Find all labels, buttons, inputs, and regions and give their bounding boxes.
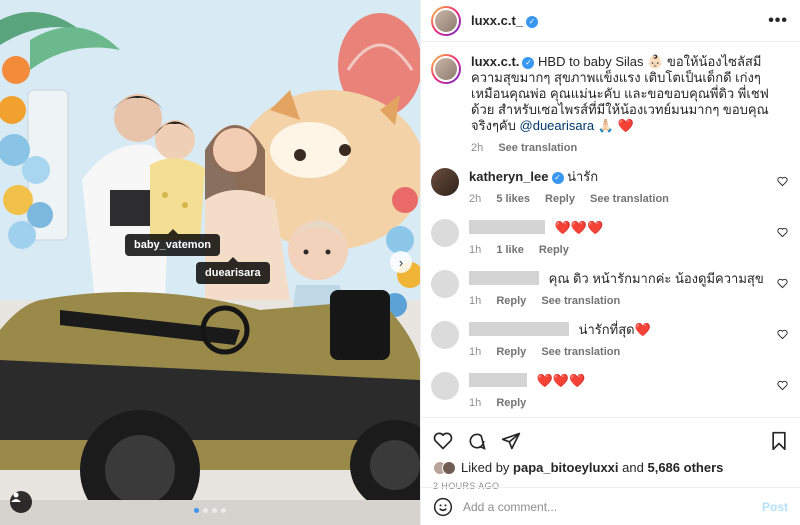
caption: luxx.c.t. ✓ HBD to baby Silas 👶🏻 ขอให้น้อ… [431,54,790,154]
comments-area[interactable]: luxx.c.t. ✓ HBD to baby Silas 👶🏻 ขอให้น้อ… [421,42,800,417]
commenter-avatar[interactable] [431,372,459,400]
user-icon [11,492,21,502]
comment-time: 1h [469,295,482,307]
reply-button[interactable]: Reply [496,295,526,307]
commenter-avatar[interactable] [431,168,459,196]
share-icon[interactable] [501,431,521,451]
comment-likes-count[interactable]: 1 like [496,244,524,256]
liker-avatar [442,460,456,475]
comment-likes-count[interactable]: 5 likes [496,193,530,205]
comment-item: katheryn_lee ✓ น่ารัก 2h 5 likes Reply Se… [431,168,790,205]
comment-item: ❤️❤️❤️ 1h 1 like Reply [431,219,790,256]
comment-item: น่ารักที่สุด❤️ 1h Reply See translation [431,321,790,358]
liked-by-user[interactable]: papa_bitoeyluxxi [513,460,618,475]
carousel-dot [221,508,226,513]
redacted-username [469,220,545,234]
caption-username[interactable]: luxx.c.t. [471,54,519,69]
heart-outline-icon[interactable] [777,176,788,187]
reply-button[interactable]: Reply [496,397,526,409]
author-username-row: luxx.c.t_ ✓ [471,13,539,28]
redacted-username [469,271,539,285]
author-username[interactable]: luxx.c.t_ [471,13,523,28]
caption-time: 2h [471,142,484,154]
comment-text: น่ารัก [567,169,599,184]
comment-time: 1h [469,397,482,409]
reply-button[interactable]: Reply [496,346,526,358]
comment-line: คุณ ดิว หน้ารักมากค่ะ น้องดูมีความสุข [469,270,768,287]
comment-meta: 1h Reply See translation [469,295,768,307]
see-translation-button[interactable]: See translation [541,346,620,358]
liked-by-row: Liked by papa_bitoeyluxxi and 5,686 othe… [433,460,788,475]
post-comment-button[interactable]: Post [762,500,788,514]
heart-outline-icon[interactable] [777,227,788,238]
comment-line: ❤️❤️❤️ [469,219,768,236]
likes-count[interactable]: 5,686 others [647,460,723,475]
user-tag-duearisara[interactable]: duearisara [196,257,270,284]
comment-line: น่ารักที่สุด❤️ [469,321,768,338]
carousel-dot [212,508,217,513]
comment-meta: 1h Reply See translation [469,346,768,358]
redacted-username [469,373,527,387]
caption-text-block: luxx.c.t. ✓ HBD to baby Silas 👶🏻 ขอให้น้อ… [471,54,790,134]
comment-item: ❤️❤️❤️ 1h Reply [431,372,790,409]
see-translation-button[interactable]: See translation [541,295,620,307]
liked-by-text: Liked by papa_bitoeyluxxi and 5,686 othe… [461,460,723,475]
comment-text: คุณ ดิว หน้ารักมากค่ะ น้องดูมีความสุข [548,271,764,286]
action-icons-row [433,426,788,456]
redacted-username [469,322,569,336]
comment-meta: 2h 5 likes Reply See translation [469,193,768,205]
commenter-avatar[interactable] [431,219,459,247]
author-avatar[interactable] [431,5,461,36]
add-comment-bar: Post [421,487,800,525]
comment-icon[interactable] [467,431,487,451]
reply-button[interactable]: Reply [545,193,575,205]
like-heart-icon[interactable] [433,431,453,451]
comment-line: katheryn_lee ✓ น่ารัก [469,168,768,185]
heart-outline-icon[interactable] [777,329,788,340]
caption-emoji: 🙏🏻 ❤️ [597,118,634,133]
comment-time: 2h [469,193,482,205]
reply-button[interactable]: Reply [539,244,569,256]
heart-outline-icon[interactable] [777,380,788,391]
user-tag-baby-vatemon[interactable]: baby_vatemon [125,229,221,256]
comment-meta: 1h Reply [469,397,768,409]
commenter-avatar[interactable] [431,270,459,298]
mention-link[interactable]: @duearisara [520,118,595,133]
verified-badge-icon: ✓ [522,57,535,69]
comment-text: น่ารักที่สุด❤️ [578,322,651,337]
comment-text: ❤️❤️❤️ [536,373,586,388]
more-options-icon[interactable]: ••• [768,12,788,30]
commenter-username[interactable]: katheryn_lee [469,169,549,184]
heart-outline-icon[interactable] [777,278,788,289]
carousel-dot [194,508,199,513]
carousel-indicator [0,508,420,513]
comment-text: ❤️❤️❤️ [554,220,604,235]
verified-badge-icon: ✓ [526,16,539,28]
commenter-avatar[interactable] [431,321,459,349]
carousel-next-button[interactable]: › [390,251,412,273]
chevron-right-icon: › [398,254,404,270]
verified-badge-icon: ✓ [551,172,564,184]
liked-by-and: and [622,460,644,475]
emoji-icon[interactable] [433,497,453,517]
bookmark-icon[interactable] [770,431,788,451]
see-translation-button[interactable]: See translation [590,193,669,205]
post-panel: luxx.c.t_ ✓ ••• luxx.c.t. ✓ HBD to baby Si… [420,0,800,525]
comment-line: ❤️❤️❤️ [469,372,768,389]
caption-meta: 2h See translation [471,142,790,154]
comment-meta: 1h 1 like Reply [469,244,768,256]
liked-by-prefix: Liked by [461,460,510,475]
comment-time: 1h [469,244,482,256]
post-header: luxx.c.t_ ✓ ••• [421,0,800,42]
comment-item: คุณ ดิว หน้ารักมากค่ะ น้องดูมีความสุข 1h… [431,270,790,307]
carousel-dot [203,508,208,513]
add-comment-input[interactable] [463,499,762,514]
see-translation-button[interactable]: See translation [498,142,577,154]
comment-time: 1h [469,346,482,358]
post-photo[interactable]: baby_vatemon duearisara › [0,0,420,525]
caption-avatar[interactable] [431,54,461,84]
